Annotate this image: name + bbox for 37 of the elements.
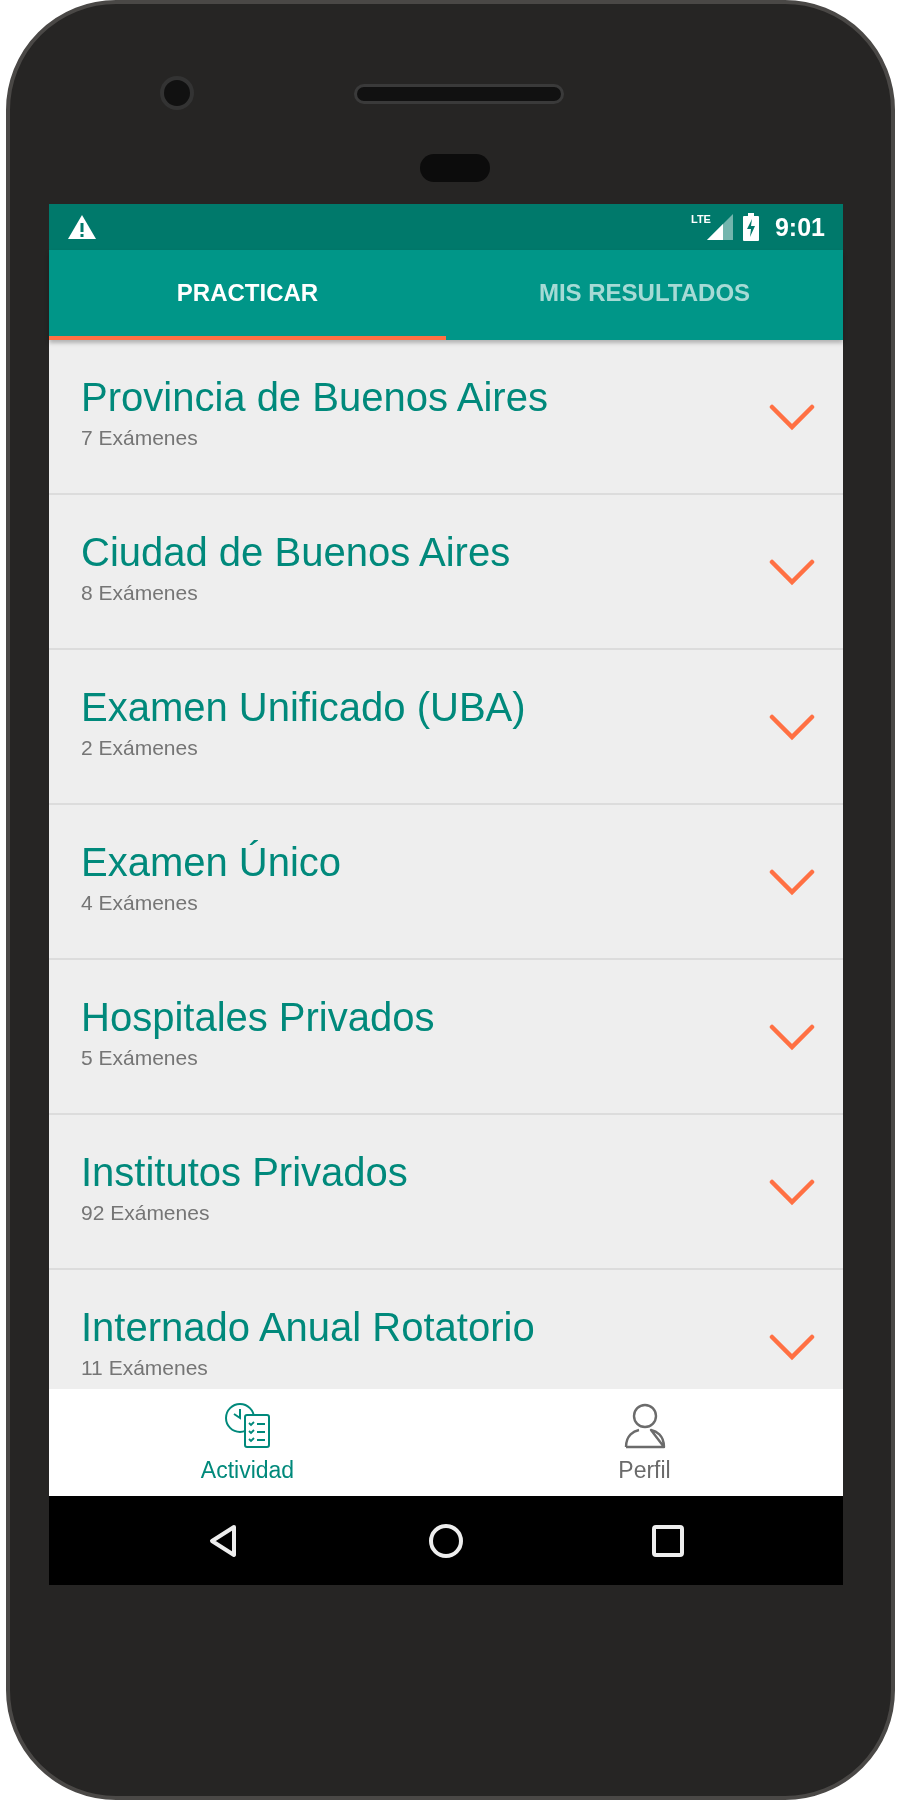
clock-checklist-icon <box>222 1401 273 1451</box>
clock-time: 9:01 <box>774 212 825 242</box>
exam-count: 5 Exámenes <box>81 1046 199 1070</box>
chevron-down-icon[interactable] <box>769 1177 815 1206</box>
category-title: Internado Anual Rotatorio <box>81 1305 536 1350</box>
category-title: Provincia de Buenos Aires <box>81 375 549 420</box>
category-row[interactable]: Examen Unificado (UBA) 2 Exámenes <box>49 650 843 805</box>
category-title: Examen Unificado (UBA) <box>81 685 527 730</box>
warning-icon <box>67 214 97 240</box>
category-title: Hospitales Privados <box>81 995 436 1040</box>
chevron-down-icon[interactable] <box>769 867 815 896</box>
chevron-down-icon[interactable] <box>769 1022 815 1051</box>
chevron-down-icon[interactable] <box>769 402 815 431</box>
camera-lens <box>160 76 194 110</box>
nav-item[interactable]: Perfil <box>446 1389 843 1496</box>
category-title: Institutos Privados <box>81 1150 409 1195</box>
chevron-down-icon[interactable] <box>769 1332 815 1361</box>
category-title: Ciudad de Buenos Aires <box>81 530 512 575</box>
nav-item[interactable]: Actividad <box>49 1389 446 1496</box>
sensor <box>420 154 490 182</box>
tab[interactable]: MIS RESULTADOS <box>446 250 843 340</box>
category-row[interactable]: Provincia de Buenos Aires 7 Exámenes <box>49 340 843 495</box>
battery-charging-icon <box>742 213 759 241</box>
exam-count: 7 Exámenes <box>81 426 199 450</box>
chevron-down-icon[interactable] <box>769 557 815 586</box>
category-row[interactable]: Ciudad de Buenos Aires 8 Exámenes <box>49 495 843 650</box>
chevron-down-icon[interactable] <box>769 712 815 741</box>
exam-count: 92 Exámenes <box>81 1201 211 1225</box>
category-row[interactable]: Examen Único 4 Exámenes <box>49 805 843 960</box>
category-row[interactable]: Institutos Privados 92 Exámenes <box>49 1115 843 1270</box>
exam-count: 11 Exámenes <box>81 1356 209 1380</box>
category-row[interactable]: Hospitales Privados 5 Exámenes <box>49 960 843 1115</box>
exam-count: 2 Exámenes <box>81 736 199 760</box>
exam-count: 8 Exámenes <box>81 581 199 605</box>
network-label: LTE <box>691 213 711 225</box>
exam-count: 4 Exámenes <box>81 891 199 915</box>
category-title: Examen Único <box>81 840 343 885</box>
